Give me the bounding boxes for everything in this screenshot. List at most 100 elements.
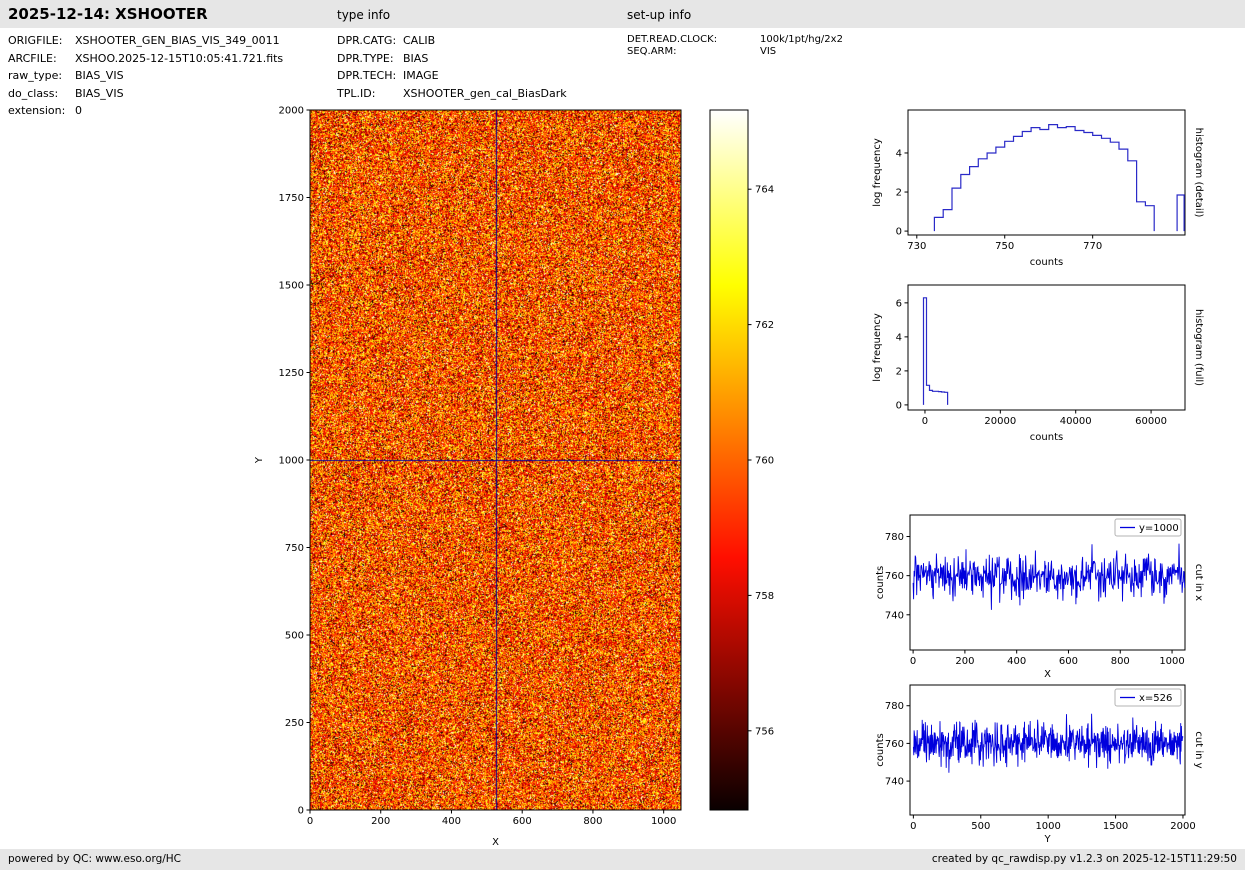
meta-row-do-class: do_class: BIAS_VIS bbox=[8, 85, 283, 103]
x-tick-label: 0 bbox=[910, 821, 916, 832]
cut_in_x-legend-label: y=1000 bbox=[1139, 523, 1179, 534]
cut_in_y-xlabel: Y bbox=[1043, 834, 1051, 845]
histogram_full-right-label: histogram (full) bbox=[1193, 309, 1204, 386]
meta-row-raw-type: raw_type: BIAS_VIS bbox=[8, 67, 283, 85]
dpr-catg-value: CALIB bbox=[403, 32, 435, 50]
y-tick-label: 750 bbox=[285, 543, 304, 554]
read-clock-label: DET.READ.CLOCK: bbox=[627, 34, 760, 46]
file-info-block: ORIGFILE: XSHOOTER_GEN_BIAS_VIS_349_0011… bbox=[8, 32, 283, 120]
raw-type-label: raw_type: bbox=[8, 67, 75, 85]
y-tick-label: 780 bbox=[885, 532, 904, 543]
x-tick-label: 800 bbox=[1111, 656, 1130, 667]
colorbar-tick-label: 760 bbox=[755, 456, 774, 467]
cut_in_y-plot: 0500100015002000740760780Ycountscut in y… bbox=[875, 685, 1204, 845]
y-tick-label: 0 bbox=[298, 806, 304, 817]
meta-row-dpr-catg: DPR.CATG: CALIB bbox=[337, 32, 567, 50]
x-tick-label: 750 bbox=[995, 241, 1014, 252]
y-tick-label: 740 bbox=[885, 777, 904, 788]
x-tick-label: 0 bbox=[922, 416, 928, 427]
arcfile-label: ARCFILE: bbox=[8, 50, 75, 68]
tpl-id-value: XSHOOTER_gen_cal_BiasDark bbox=[403, 85, 567, 103]
x-tick-label: 1000 bbox=[1159, 656, 1184, 667]
meta-row-seq-arm: SEQ.ARM: VIS bbox=[627, 46, 843, 58]
tpl-id-label: TPL.ID: bbox=[337, 85, 403, 103]
bias_image-xlabel: X bbox=[492, 837, 499, 848]
cut_in_x-series bbox=[913, 544, 1185, 610]
y-tick-label: 2 bbox=[896, 366, 902, 377]
colorbar: 756 758 760 762 764 bbox=[710, 110, 774, 810]
extension-value: 0 bbox=[75, 102, 82, 120]
cut_in_y-right-label: cut in y bbox=[1193, 731, 1204, 768]
y-tick-label: 1250 bbox=[279, 368, 304, 379]
header-bar: 2025-12-14: XSHOOTER type info set-up in… bbox=[0, 0, 1245, 28]
dpr-type-value: BIAS bbox=[403, 50, 428, 68]
histogram_full-plot: 02000040000600000246countslog frequencyh… bbox=[872, 285, 1204, 443]
setup-info-block: DET.READ.CLOCK: 100k/1pt/hg/2x2 SEQ.ARM:… bbox=[627, 34, 843, 57]
y-tick-label: 760 bbox=[885, 571, 904, 582]
meta-row-tpl-id: TPL.ID: XSHOOTER_gen_cal_BiasDark bbox=[337, 85, 567, 103]
colorbar-tick-label: 756 bbox=[755, 726, 774, 737]
type-info-block: DPR.CATG: CALIB DPR.TYPE: BIAS DPR.TECH:… bbox=[337, 32, 567, 102]
y-tick-label: 1500 bbox=[279, 281, 304, 292]
cut_in_y-ylabel: counts bbox=[875, 733, 886, 766]
y-tick-label: 4 bbox=[896, 332, 902, 343]
y-tick-label: 1750 bbox=[279, 193, 304, 204]
y-tick-label: 780 bbox=[885, 701, 904, 712]
cut_in_x-plot: 02004006008001000740760780Xcountscut in … bbox=[875, 515, 1204, 680]
x-tick-label: 600 bbox=[513, 816, 532, 827]
meta-row-dpr-type: DPR.TYPE: BIAS bbox=[337, 50, 567, 68]
x-tick-label: 60000 bbox=[1135, 416, 1167, 427]
meta-row-dpr-tech: DPR.TECH: IMAGE bbox=[337, 67, 567, 85]
y-tick-label: 0 bbox=[896, 227, 902, 238]
histogram_full-series bbox=[924, 298, 948, 405]
x-tick-label: 800 bbox=[583, 816, 602, 827]
footer-powered-by: powered by QC: www.eso.org/HC bbox=[8, 849, 181, 870]
y-tick-label: 500 bbox=[285, 631, 304, 642]
x-tick-label: 1500 bbox=[1103, 821, 1128, 832]
meta-row-extension: extension: 0 bbox=[8, 102, 283, 120]
x-tick-label: 200 bbox=[371, 816, 390, 827]
footer-bar: powered by QC: www.eso.org/HC created by… bbox=[0, 849, 1245, 870]
cut_in_x-legend bbox=[1115, 519, 1181, 536]
histogram_detail-plot: 730750770024countslog frequencyhistogram… bbox=[872, 110, 1204, 268]
bias_image-ylabel: Y bbox=[254, 456, 265, 464]
colorbar-tick-label: 764 bbox=[755, 185, 774, 196]
y-tick-label: 250 bbox=[285, 718, 304, 729]
dpr-type-label: DPR.TYPE: bbox=[337, 50, 403, 68]
seq-arm-label: SEQ.ARM: bbox=[627, 46, 760, 58]
cut_in_x-xlabel: X bbox=[1044, 669, 1051, 680]
y-tick-label: 0 bbox=[896, 400, 902, 411]
origfile-value: XSHOOTER_GEN_BIAS_VIS_349_0011 bbox=[75, 32, 280, 50]
x-tick-label: 20000 bbox=[984, 416, 1016, 427]
do-class-value: BIAS_VIS bbox=[75, 85, 124, 103]
colorbar-tick-label: 762 bbox=[755, 320, 774, 331]
type-info-heading: type info bbox=[337, 8, 390, 22]
cut_in_y-series bbox=[913, 714, 1183, 773]
x-tick-label: 500 bbox=[971, 821, 990, 832]
colorbar-tick-label: 758 bbox=[755, 591, 774, 602]
histogram_detail-ylabel: log frequency bbox=[872, 138, 883, 207]
y-tick-label: 1000 bbox=[279, 456, 304, 467]
x-tick-label: 1000 bbox=[1035, 821, 1060, 832]
y-tick-label: 2 bbox=[896, 188, 902, 199]
setup-info-heading: set-up info bbox=[627, 8, 691, 22]
raw-type-value: BIAS_VIS bbox=[75, 67, 124, 85]
histogram_detail-right-label: histogram (detail) bbox=[1193, 128, 1204, 218]
cut_in_y-legend bbox=[1115, 689, 1181, 706]
x-tick-label: 40000 bbox=[1060, 416, 1092, 427]
x-tick-label: 770 bbox=[1083, 241, 1102, 252]
dpr-tech-label: DPR.TECH: bbox=[337, 67, 403, 85]
extension-label: extension: bbox=[8, 102, 75, 120]
read-clock-value: 100k/1pt/hg/2x2 bbox=[760, 34, 843, 46]
footer-created-by: created by qc_rawdisp.py v1.2.3 on 2025-… bbox=[932, 849, 1237, 870]
x-tick-label: 400 bbox=[442, 816, 461, 827]
meta-row-origfile: ORIGFILE: XSHOOTER_GEN_BIAS_VIS_349_0011 bbox=[8, 32, 283, 50]
dpr-tech-value: IMAGE bbox=[403, 67, 439, 85]
y-tick-label: 740 bbox=[885, 610, 904, 621]
x-tick-label: 730 bbox=[907, 241, 926, 252]
do-class-label: do_class: bbox=[8, 85, 75, 103]
x-tick-label: 2000 bbox=[1170, 821, 1195, 832]
seq-arm-value: VIS bbox=[760, 46, 776, 58]
x-tick-label: 600 bbox=[1059, 656, 1078, 667]
page-title: 2025-12-14: XSHOOTER bbox=[8, 5, 208, 23]
